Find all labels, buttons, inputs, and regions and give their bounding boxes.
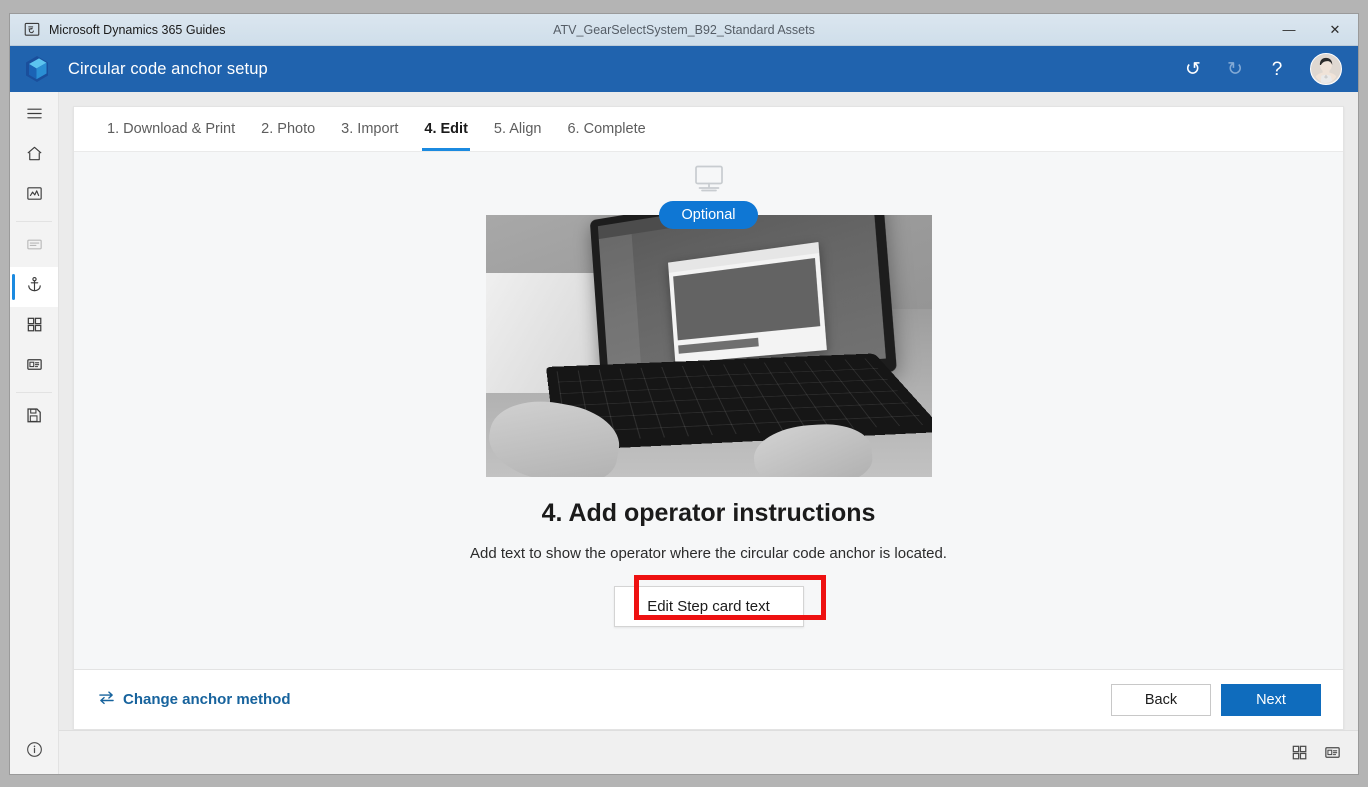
user-avatar[interactable] [1310, 53, 1342, 85]
tab-photo[interactable]: 2. Photo [248, 107, 328, 151]
footer-buttons: Back Next [1111, 684, 1321, 716]
app-header: Circular code anchor setup ↺ ↻ ? [10, 46, 1358, 92]
next-button[interactable]: Next [1221, 684, 1321, 716]
wizard-stage: Optional 4. Add operator instructions Ad… [74, 152, 1343, 669]
sidebar-item-info[interactable] [10, 730, 58, 774]
swap-arrows-icon [98, 690, 115, 709]
redo-glyph: ↻ [1227, 60, 1243, 79]
sidebar-item-analytics[interactable] [10, 176, 58, 216]
edit-step-card-text-button[interactable]: Edit Step card text [614, 586, 804, 627]
sidebar-item-steps-grid[interactable] [10, 307, 58, 347]
tab-complete[interactable]: 6. Complete [554, 107, 658, 151]
sidebar-item-save[interactable] [10, 398, 58, 438]
app-name-label: Microsoft Dynamics 365 Guides [49, 23, 225, 37]
tab-edit[interactable]: 4. Edit [411, 107, 481, 151]
save-icon [25, 406, 44, 430]
title-bar: Microsoft Dynamics 365 Guides ATV_GearSe… [10, 14, 1358, 46]
brand: Circular code anchor setup [20, 53, 268, 85]
title-bar-left: Microsoft Dynamics 365 Guides [10, 22, 225, 37]
sidebar-divider-1 [16, 221, 52, 222]
change-anchor-method-link[interactable]: Change anchor method [98, 690, 291, 709]
help-icon[interactable]: ? [1258, 50, 1296, 88]
app-window: Microsoft Dynamics 365 Guides ATV_GearSe… [10, 14, 1358, 774]
sidebar-item-anchor[interactable] [10, 267, 58, 307]
status-bar [59, 730, 1358, 774]
page-title: Circular code anchor setup [68, 60, 268, 79]
sidebar-divider-2 [16, 392, 52, 393]
grid-icon [25, 315, 44, 339]
outline-icon [25, 235, 44, 259]
anchor-icon [25, 275, 44, 299]
undo-glyph: ↺ [1185, 60, 1201, 79]
dynamics-guides-logo [20, 53, 54, 85]
sidebar-item-home[interactable] [10, 136, 58, 176]
optional-badge: Optional [659, 201, 757, 229]
tab-import[interactable]: 3. Import [328, 107, 411, 151]
instruction-photo [486, 215, 932, 477]
wizard-card: 1. Download & Print 2. Photo 3. Import 4… [73, 106, 1344, 730]
stage-description: Add text to show the operator where the … [470, 545, 947, 562]
content-column: 1. Download & Print 2. Photo 3. Import 4… [59, 92, 1358, 774]
status-bar-icons [1290, 743, 1342, 762]
analytics-icon [25, 184, 44, 208]
wizard-tabs: 1. Download & Print 2. Photo 3. Import 4… [74, 107, 1343, 152]
home-icon [25, 144, 44, 168]
redo-icon[interactable]: ↻ [1216, 50, 1254, 88]
minimize-button[interactable]: — [1266, 14, 1312, 45]
grid-view-icon[interactable] [1290, 743, 1309, 762]
edit-step-card-wrap: Edit Step card text [614, 586, 804, 627]
help-glyph: ? [1272, 60, 1283, 79]
sidebar-bottom [10, 730, 58, 774]
change-anchor-method-label: Change anchor method [123, 691, 291, 708]
back-button[interactable]: Back [1111, 684, 1211, 716]
card-icon [25, 355, 44, 379]
stage-title: 4. Add operator instructions [542, 499, 876, 528]
wizard-footer: Change anchor method Back Next [74, 669, 1343, 729]
tab-download-print[interactable]: 1. Download & Print [94, 107, 248, 151]
pc-monitor-icon [692, 164, 726, 199]
left-sidebar [10, 92, 59, 774]
sidebar-item-menu[interactable] [10, 96, 58, 136]
sidebar-item-outline [10, 227, 58, 267]
undo-icon[interactable]: ↺ [1174, 50, 1212, 88]
sidebar-item-media-card[interactable] [10, 347, 58, 387]
card-view-icon[interactable] [1323, 743, 1342, 762]
window-controls: — ✕ [1266, 14, 1358, 45]
guides-app-icon [24, 22, 40, 37]
info-circle-icon [25, 740, 44, 764]
header-actions: ↺ ↻ ? [1174, 50, 1342, 88]
body: 1. Download & Print 2. Photo 3. Import 4… [10, 92, 1358, 774]
tab-align[interactable]: 5. Align [481, 107, 555, 151]
hamburger-menu-icon [25, 104, 44, 128]
content-area: 1. Download & Print 2. Photo 3. Import 4… [59, 92, 1358, 730]
close-button[interactable]: ✕ [1312, 14, 1358, 45]
